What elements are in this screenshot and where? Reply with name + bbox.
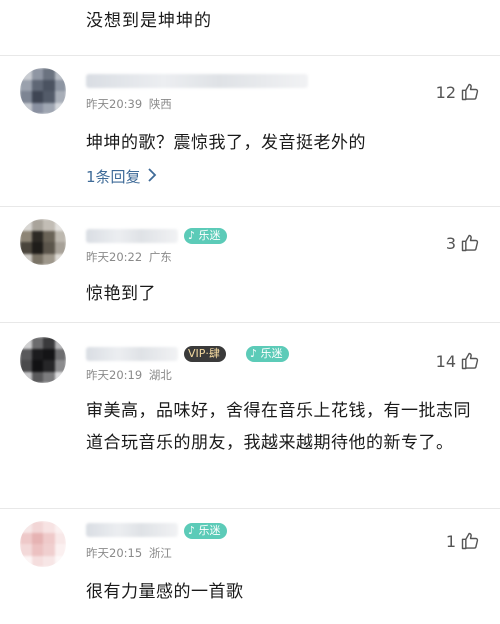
avatar[interactable] — [20, 521, 66, 567]
comment-location: 浙江 — [148, 546, 172, 560]
like-button[interactable]: 1 — [446, 531, 480, 551]
comment-location: 广东 — [148, 250, 172, 264]
like-button[interactable]: 12 — [436, 82, 480, 102]
username-blurred[interactable] — [86, 74, 308, 88]
comment-meta: 昨天20:19 湖北 — [86, 367, 172, 383]
comment-text: 审美高，品味好，舍得在音乐上花钱，有一批志同道合玩音乐的朋友，我越来越期待他的新… — [86, 401, 471, 453]
comment-location: 湖北 — [148, 368, 172, 382]
fan-badge-label: 乐迷 — [198, 229, 221, 242]
comment-meta: 昨天20:39 陕西 — [86, 96, 172, 112]
fan-badge-label: 乐迷 — [198, 524, 221, 537]
username-blurred[interactable] — [86, 523, 178, 537]
avatar[interactable] — [20, 68, 66, 114]
fan-badge: ♪ 乐迷 — [184, 228, 227, 244]
view-replies-link[interactable]: 1条回复 — [86, 166, 157, 187]
comment-text: 很有力量感的一首歌 — [86, 582, 244, 602]
avatar[interactable] — [20, 337, 66, 383]
comment-time: 昨天20:39 — [86, 97, 143, 111]
thumbs-up-icon — [460, 351, 480, 371]
thumbs-up-icon — [460, 82, 480, 102]
comment-text: 坤坤的歌？震惊我了，发音挺老外的 — [86, 133, 366, 153]
fan-badge: ♪ 乐迷 — [246, 346, 289, 362]
like-count: 3 — [445, 233, 456, 253]
like-count: 14 — [435, 351, 456, 371]
previous-comment-text: 没想到是坤坤的 — [86, 11, 212, 31]
comment-location: 陕西 — [148, 97, 172, 111]
like-count: 1 — [445, 531, 456, 551]
music-note-icon: ♪ — [188, 524, 196, 537]
comment-item: ♪ 乐迷 昨天20:22 广东 3 惊艳到了 — [0, 207, 500, 322]
fan-badge: ♪ 乐迷 — [184, 523, 227, 539]
comment-time: 昨天20:22 — [86, 250, 143, 264]
replies-label: 1条回复 — [86, 168, 141, 186]
comment-time: 昨天20:15 — [86, 546, 143, 560]
like-count: 12 — [435, 82, 456, 102]
thumbs-up-icon — [460, 531, 480, 551]
fan-badge-label: 乐迷 — [260, 347, 283, 360]
comment-item: 昨天20:39 陕西 12 坤坤的歌？震惊我了，发音挺老外的 1条回复 — [0, 56, 500, 206]
comment-item: VIP·肆 ♪ 乐迷 昨天20:19 湖北 14 审美高，品味好，舍得在音乐上花… — [0, 323, 500, 508]
comment-time: 昨天20:19 — [86, 368, 143, 382]
chevron-right-icon — [147, 167, 157, 186]
comment-meta: 昨天20:22 广东 — [86, 249, 172, 265]
vip-badge-label: VIP·肆 — [188, 347, 220, 360]
comment-meta: 昨天20:15 浙江 — [86, 545, 172, 561]
like-button[interactable]: 14 — [436, 351, 480, 371]
thumbs-up-icon — [460, 233, 480, 253]
username-blurred[interactable] — [86, 229, 178, 243]
music-note-icon: ♪ — [188, 229, 196, 242]
username-blurred[interactable] — [86, 347, 178, 361]
like-button[interactable]: 3 — [446, 233, 480, 253]
vip-badge: VIP·肆 — [184, 346, 226, 362]
avatar[interactable] — [20, 219, 66, 265]
comment-item: ♪ 乐迷 昨天20:15 浙江 1 很有力量感的一首歌 — [0, 509, 500, 624]
comment-text: 惊艳到了 — [86, 284, 156, 304]
music-note-icon: ♪ — [250, 347, 258, 360]
